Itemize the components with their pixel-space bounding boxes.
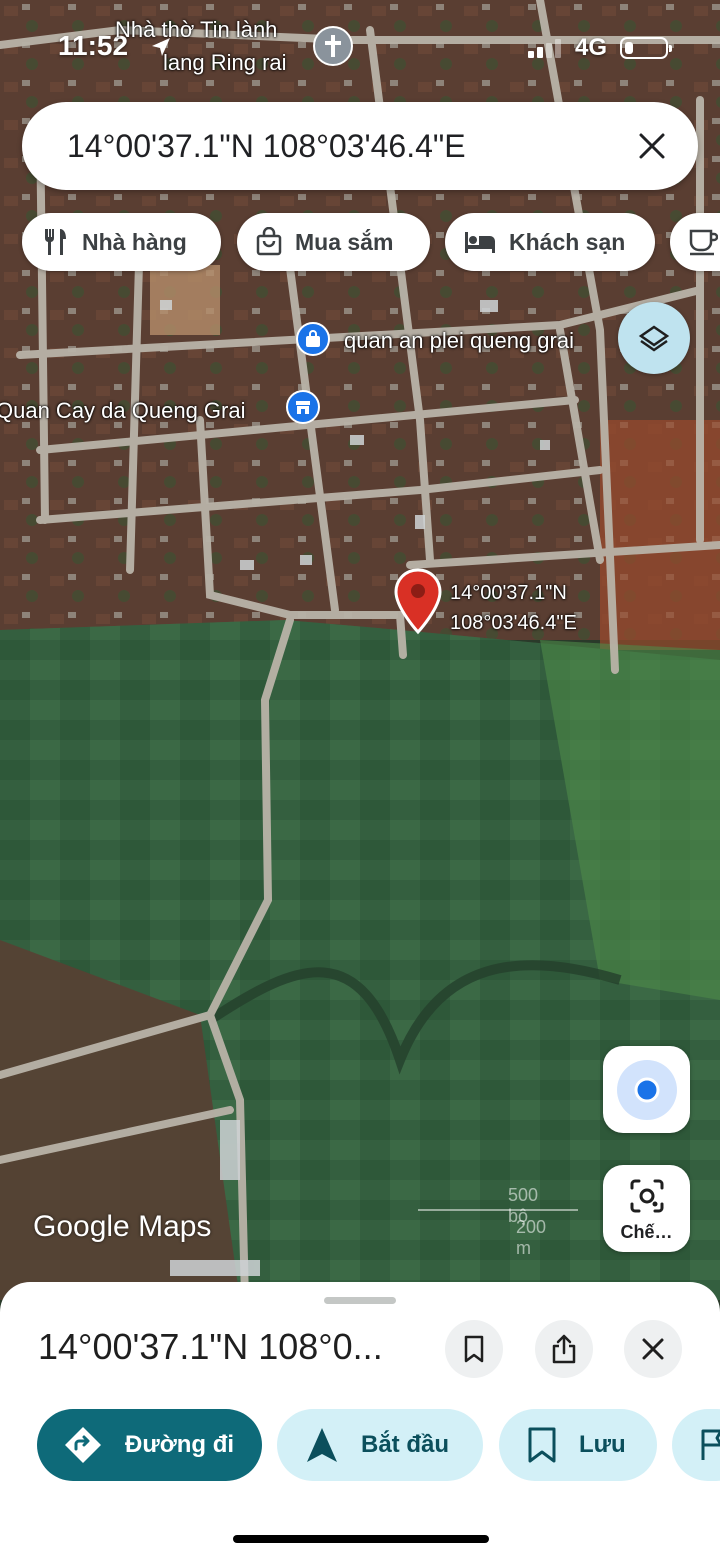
layers-icon bbox=[638, 325, 670, 352]
chip-restaurants[interactable]: Nhà hàng bbox=[22, 213, 221, 271]
home-indicator[interactable] bbox=[233, 1535, 489, 1543]
poi-label-restaurant[interactable]: quan an plei queng grai bbox=[344, 328, 574, 354]
pin-longitude: 108°03'46.4"E bbox=[450, 612, 577, 634]
pin-latitude: 14°00'37.1"N bbox=[450, 582, 567, 604]
church-poi-icon[interactable] bbox=[313, 26, 353, 66]
directions-button[interactable]: Đường đi bbox=[37, 1409, 262, 1481]
directions-icon bbox=[65, 1427, 101, 1463]
lens-button[interactable]: Chế… bbox=[603, 1165, 690, 1252]
share-icon bbox=[552, 1334, 576, 1364]
save-place-button[interactable] bbox=[445, 1320, 503, 1378]
chip-restaurants-label: Nhà hàng bbox=[82, 228, 187, 255]
my-location-button[interactable] bbox=[603, 1046, 690, 1133]
flag-icon bbox=[701, 1429, 720, 1460]
close-icon bbox=[642, 1338, 664, 1360]
google-maps-attribution: Google Maps bbox=[33, 1210, 212, 1243]
shopping-poi-icon[interactable] bbox=[296, 322, 330, 356]
signal-icon bbox=[528, 39, 561, 58]
start-label: Bắt đầu bbox=[361, 1431, 450, 1458]
chip-shopping-label: Mua sắm bbox=[295, 228, 394, 255]
network-type: 4G bbox=[575, 34, 608, 61]
layers-button[interactable] bbox=[618, 302, 690, 374]
church-label-line2: lang Ring rai bbox=[163, 50, 287, 75]
camera-lens-icon bbox=[630, 1179, 664, 1213]
clear-search-button[interactable] bbox=[628, 122, 676, 170]
chip-coffee[interactable] bbox=[670, 213, 720, 271]
status-bar: 11:52 4G bbox=[0, 0, 720, 90]
lens-label: Chế… bbox=[620, 1222, 673, 1242]
start-navigation-button[interactable]: Bắt đầu bbox=[277, 1409, 483, 1481]
pin-coordinates-label: 14°00'37.1"N 108°03'46.4"E bbox=[450, 578, 577, 638]
place-title: 14°00'37.1"N 108°0... bbox=[38, 1326, 383, 1367]
navigation-arrow-icon bbox=[307, 1428, 337, 1462]
search-query[interactable]: 14°00'37.1"N 108°03'46.4"E bbox=[67, 128, 466, 165]
directions-label: Đường đi bbox=[125, 1431, 235, 1458]
chip-shopping[interactable]: Mua sắm bbox=[237, 213, 430, 271]
bookmark-icon bbox=[464, 1335, 484, 1363]
coffee-icon bbox=[689, 229, 718, 256]
close-sheet-button[interactable] bbox=[624, 1320, 682, 1378]
restaurant-icon bbox=[44, 229, 66, 255]
sheet-drag-handle[interactable] bbox=[324, 1297, 396, 1304]
save-button[interactable]: Lưu bbox=[499, 1409, 657, 1481]
chip-hotels[interactable]: Khách sạn bbox=[445, 213, 655, 271]
more-actions-chip[interactable] bbox=[672, 1409, 720, 1481]
church-label-line1: Nhà thờ Tin lành bbox=[115, 17, 278, 42]
poi-label-store[interactable]: Quan Cay da Queng Grai bbox=[0, 398, 245, 424]
location-pin-icon[interactable] bbox=[394, 568, 442, 636]
close-icon bbox=[639, 133, 665, 159]
my-location-icon bbox=[616, 1059, 677, 1120]
save-label: Lưu bbox=[579, 1431, 626, 1458]
scale-metric: 200 m bbox=[516, 1217, 547, 1258]
share-button[interactable] bbox=[535, 1320, 593, 1378]
battery-level bbox=[625, 42, 633, 54]
battery-icon bbox=[620, 37, 672, 59]
bookmark-icon bbox=[528, 1427, 556, 1463]
place-bottom-sheet[interactable]: 14°00'37.1"N 108°0... Đường đi Bắt đầu L… bbox=[0, 1282, 720, 1559]
chip-hotels-label: Khách sạn bbox=[509, 228, 626, 255]
hotel-icon bbox=[465, 232, 495, 253]
shopping-bag-icon bbox=[256, 227, 282, 256]
category-chips: Nhà hàng Mua sắm Khách sạn bbox=[22, 213, 720, 271]
search-bar[interactable]: 14°00'37.1"N 108°03'46.4"E bbox=[22, 102, 698, 190]
store-poi-icon[interactable] bbox=[286, 390, 320, 424]
